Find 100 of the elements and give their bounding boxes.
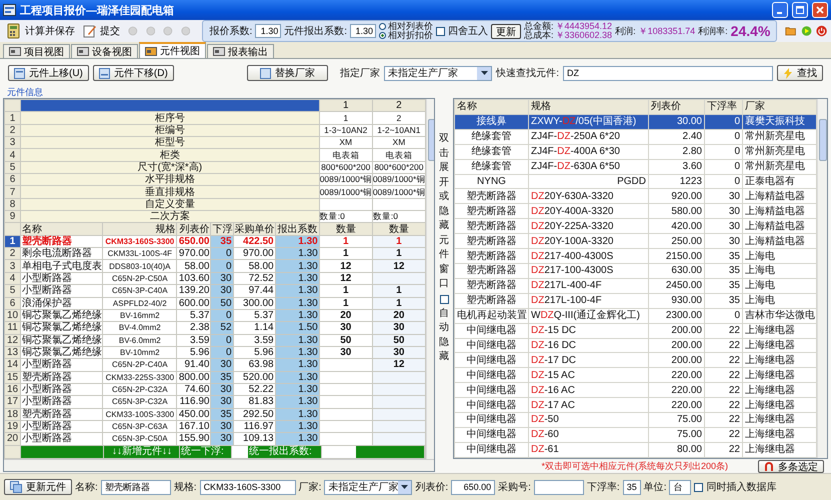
table-row[interactable]: 15 塑壳断路器 CKM33-225S-3300 800.00 35 520.00 1.30 [4,371,426,384]
vertical-scrollbar[interactable] [817,99,827,458]
factor-field[interactable]: 1.30 [255,24,282,38]
update-component-button[interactable]: 更新元件 [4,479,72,495]
table-row[interactable]: 中间继电器 DZ-61 80.00 22 上海继电器 [454,442,816,458]
tab[interactable]: 设备视图 [71,44,138,58]
minimize-button[interactable] [772,2,788,18]
table-cell: 72.52 [233,272,276,285]
table-row[interactable]: 中间继电器 DZ-16 DC 200.00 22 上海继电器 [454,338,816,353]
table-cell: 1-2~10AN1 [372,124,426,137]
table-row[interactable]: 4 小型断路器 C65N-2P-C50A 103.60 30 72.52 1.30 12 [4,272,426,285]
power-icon[interactable] [816,24,827,38]
table-row[interactable]: 中间继电器 DZ-15 DC 200.00 22 上海继电器 [454,323,816,338]
move-up-button[interactable]: 元件上移(U) [8,65,89,81]
table-cell: 3.59 [233,334,276,346]
table-row[interactable]: 16 小型断路器 C65N-2P-C32A 74.60 30 52.22 1.30 [4,383,426,396]
table-row[interactable]: 塑壳断路器 DZ217-400-4300S 2150.00 35 上海电 [454,248,816,264]
table-row[interactable]: 1 塑壳断路器 CKM33-160S-3300 650.00 35 422.50 1.30 1 1 [4,235,426,248]
table-row[interactable]: 中间继电器 DZ-17 DC 200.00 22 上海继电器 [454,352,816,368]
checkbox[interactable] [694,482,704,492]
spec-field[interactable]: CKM33-160S-3300 [200,480,296,494]
row-number: 2 [4,124,21,137]
vendor-select[interactable]: 未指定生产厂家 [384,66,492,80]
table-row[interactable]: 12 铜芯聚氯乙烯绝缘 BV-6.0mm2 3.59 0 3.59 1.30 50 50 [4,334,426,346]
table-row[interactable]: 中间继电器 DZ-17 AC 220.00 22 上海继电器 [454,398,816,413]
row-number: 4 [4,272,21,285]
search-field[interactable]: DZ [563,66,773,80]
toolbar-button[interactable]: 计算并保存 [4,23,77,39]
table-cell: ZJ4F-DZ-630A 6*50 [528,159,648,174]
table-row[interactable]: 绝缘套管 ZJ4F-DZ-630A 6*50 3.60 0 常州新亮星电 [454,159,816,174]
table-row[interactable]: 中间继电器 DZ-16 AC 220.00 22 上海继电器 [454,382,816,398]
table-cell: DZ-15 AC [528,368,648,383]
horizontal-scrollbar[interactable] [4,459,434,471]
total-label: 总金额: [524,22,554,31]
table-row[interactable]: 塑壳断路器 DZ217L-400-4F 2450.00 35 上海电 [454,278,816,294]
table-row[interactable]: 绝缘套管 ZJ4F-DZ-400A 6*30 2.80 0 常州新亮星电 [454,144,816,160]
table-cell: ZJ4F-DZ-250A 6*20 [528,129,648,144]
toolbar-button[interactable]: 提交 [81,24,122,38]
move-down-button[interactable]: 元件下移(D) [92,65,174,81]
table-row[interactable]: 5 小型断路器 C65N-3P-C40A 139.20 30 97.44 1.30 1 1 [4,284,426,297]
table-row[interactable]: 塑壳断路器 DZ20Y-400A-3320 580.00 30 上海精益电器 [454,204,816,219]
table-row[interactable]: 绝缘套管 ZJ4F-DZ-250A 6*20 2.40 0 常州新亮星电 [454,129,816,144]
table-row[interactable]: 3 单相电子式电度表 DDS803-10(40)A 58.00 0 58.00 1.30 12 12 [4,260,426,272]
table-cell: 22 [704,338,742,353]
table-cell: 中间继电器 [454,323,528,338]
table-row[interactable]: 13 铜芯聚氯乙烯绝缘 BV-10mm2 5.96 0 5.96 1.30 30 30 [4,346,426,359]
table-row[interactable]: 14 小型断路器 C65N-2P-C40A 91.40 30 63.98 1.30 12 [4,358,426,372]
table-cell: ASPFLD2-40/2 [102,297,177,310]
table-cell: 0089/1000*铜 [372,174,426,186]
table-cell: 小型断路器 [20,432,103,446]
table-cell: 上海电 [742,278,816,294]
search-button[interactable]: 查找 [777,65,823,81]
table-row[interactable]: 塑壳断路器 DZ20Y-100A-3320 250.00 30 上海精益电器 [454,234,816,249]
name-field[interactable]: 塑壳断路器 [100,480,171,494]
table-row[interactable]: 塑壳断路器 DZ20Y-630A-3320 920.00 30 上海精益电器 [454,188,816,204]
maximize-button[interactable] [792,2,808,18]
checkbox[interactable] [436,26,445,36]
table-row[interactable]: 接线鼻 ZXWY-DZ/05(中国香港) 30.00 0 襄樊天振科技 [454,114,816,130]
table-cell: 22 [704,412,742,428]
table-row[interactable]: NYNG PGDD 1223 0 正泰电器有 [454,174,816,189]
table-row[interactable]: 18 塑壳断路器 CKM33-100S-3300 450.00 35 292.50 1.30 [4,408,426,420]
table-cell: 1223 [648,174,704,189]
update-button[interactable]: 更新 [491,24,521,38]
table-row[interactable]: 6 浪涌保护器 ASPFLD2-40/2 600.00 50 300.00 1.30 1 1 [4,297,426,310]
table-row[interactable]: 中间继电器 DZ-50 75.00 22 上海继电器 [454,412,816,428]
factor-field[interactable]: 1.30 [350,24,376,38]
discount-field[interactable]: 35 [622,480,641,494]
tab[interactable]: 元件视图 [139,42,206,58]
table-row[interactable]: 塑壳断路器 DZ217L-100-4F 930.00 35 上海电 [454,293,816,308]
checkbox[interactable] [440,294,448,304]
table-row[interactable]: 11 铜芯聚氯乙烯绝缘 BV-4.0mm2 2.38 52 1.14 1.50 30 30 [4,322,426,334]
table-row[interactable]: 20 小型断路器 C65N-3P-C50A 155.90 30 109.13 1.30 [4,432,426,446]
toggle-panel-text[interactable]: 双击展开或隐藏元件窗口 [439,132,449,292]
table-row[interactable]: 10 铜芯聚氯乙烯绝缘 BV-16mm2 5.37 0 5.37 1.30 20 20 [4,309,426,322]
table-row[interactable]: 中间继电器 DZ-60 75.00 22 上海继电器 [454,427,816,442]
vertical-scrollbar[interactable] [426,99,434,459]
table-row[interactable]: 塑壳断路器 DZ20Y-225A-3320 420.00 30 上海精益电器 [454,218,816,234]
multi-select-button[interactable]: 多条选定 [758,460,824,473]
lightning-icon [783,68,793,78]
radio-button[interactable] [379,32,386,39]
table-row[interactable]: 17 小型断路器 C65N-3P-C32A 116.90 30 81.83 1.30 [4,396,426,408]
table-cell: DZ217L-400-4F [528,278,648,294]
purchase-number-field[interactable] [534,480,584,494]
folder-icon[interactable] [785,25,797,37]
table-row[interactable]: 塑壳断路器 DZ217-100-4300S 630.00 35 上海电 [454,263,816,278]
table-row[interactable]: 中间继电器 DZ-15 AC 220.00 22 上海继电器 [454,368,816,383]
unit-field[interactable]: 台 [669,480,692,494]
table-cell: 422.50 [233,235,276,248]
tab[interactable]: 项目视图 [3,44,70,58]
close-button[interactable] [812,2,828,18]
table-cell: 1.30 [275,248,320,260]
table-row[interactable]: 2 剩余电流断路器 CKM33L-100S-4F 970.00 0 970.00 1.30 1 1 [4,248,426,260]
table-row[interactable]: 19 小型断路器 C65N-3P-C63A 167.10 30 116.97 1.30 [4,420,426,433]
list-price-field[interactable]: 650.00 [451,480,496,494]
vendor-select[interactable]: 未指定生产厂家 [324,480,412,494]
table-row[interactable]: 电机再起动装置 WDZQ-III(通辽金辉化工) 2300.00 0 吉林市华达微电 [454,308,816,324]
play-icon[interactable] [800,24,812,38]
replace-vendor-button[interactable]: 替换厂家 [247,65,328,81]
tab[interactable]: 报表输出 [207,44,274,58]
radio-button[interactable] [379,23,386,30]
